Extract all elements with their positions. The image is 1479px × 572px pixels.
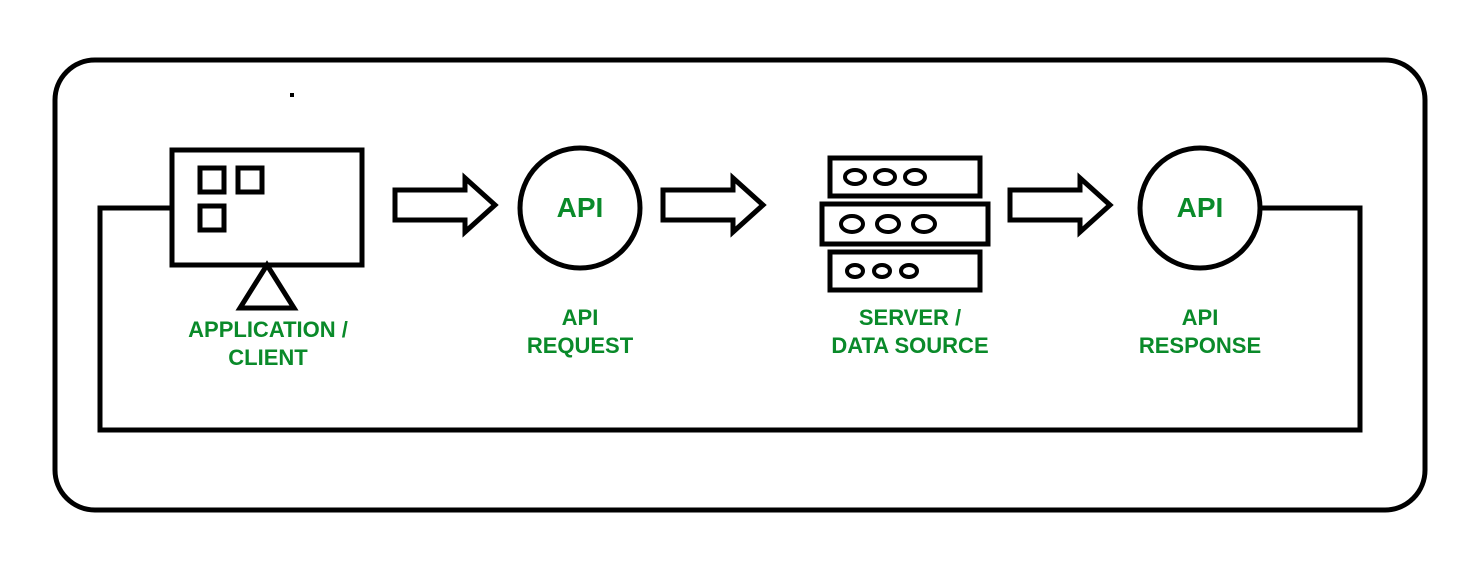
api-request-circle-label: API — [553, 192, 607, 224]
api-response-circle-label: API — [1173, 192, 1227, 224]
outer-frame — [55, 60, 1425, 510]
client-monitor-icon — [172, 150, 362, 308]
decoration-dot — [290, 93, 294, 97]
server-label: SERVER / DATA SOURCE — [810, 304, 1010, 359]
arrow-client-to-api — [395, 178, 495, 232]
api-request-label: API REQUEST — [500, 304, 660, 359]
client-label: APPLICATION / CLIENT — [148, 316, 388, 371]
diagram-svg — [0, 0, 1479, 572]
api-flow-diagram: API API APPLICATION / CLIENT API REQUEST… — [0, 0, 1479, 572]
arrow-api-to-server — [663, 178, 763, 232]
arrow-server-to-api-response — [1010, 178, 1110, 232]
server-stack-icon — [822, 158, 988, 290]
api-response-label: API RESPONSE — [1115, 304, 1285, 359]
